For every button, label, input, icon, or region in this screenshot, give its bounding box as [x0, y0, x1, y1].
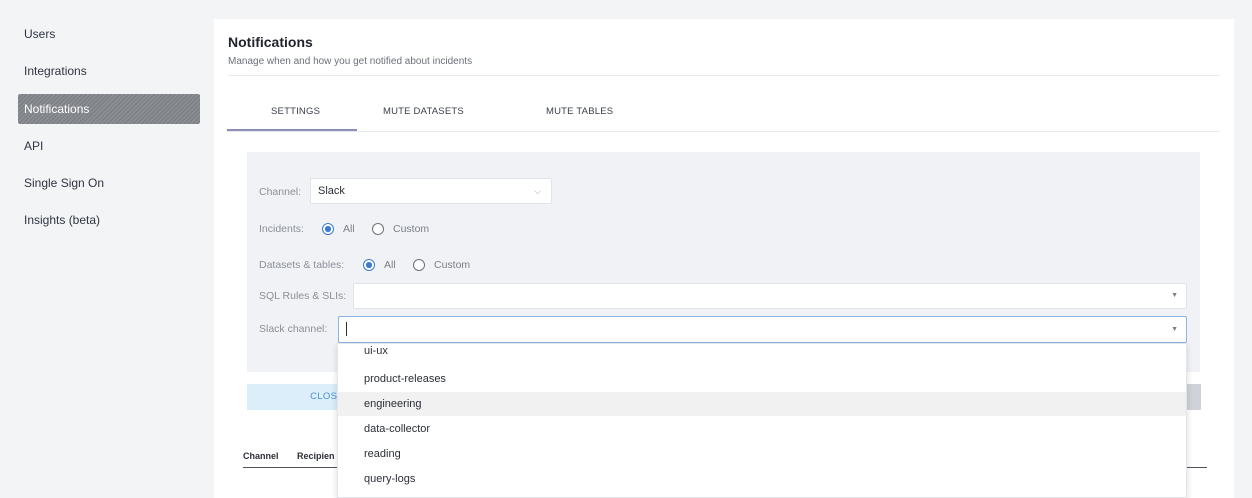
dropdown-option[interactable]: engineering — [338, 392, 1186, 416]
incidents-all-label: All — [343, 223, 355, 235]
tabs-divider — [227, 131, 1220, 132]
chevron-down-icon: ⌵ — [534, 186, 541, 196]
dropdown-option[interactable]: ui-ux — [338, 344, 1186, 363]
sql-rules-select[interactable]: ▼ — [353, 283, 1187, 309]
datasets-all-label: All — [384, 259, 396, 271]
incidents-all-radio[interactable] — [322, 223, 334, 235]
settings-form: Channel: Slack ⌵ Incidents: All Custom D… — [247, 152, 1200, 372]
tab-mute-datasets[interactable]: MUTE DATASETS — [383, 106, 464, 117]
tab-mute-tables[interactable]: MUTE TABLES — [546, 106, 613, 117]
datasets-label: Datasets & tables: — [259, 259, 345, 271]
incidents-custom-radio[interactable] — [372, 223, 384, 235]
page-subtitle: Manage when and how you get notified abo… — [228, 56, 473, 67]
channel-label: Channel: — [259, 186, 302, 198]
slack-channel-dropdown[interactable]: ui-ux product-releases engineering data-… — [337, 343, 1187, 498]
sidebar-item-insights[interactable]: Insights (beta) — [18, 205, 200, 235]
header-divider — [228, 75, 1220, 76]
column-header-recipients[interactable]: Recipien — [297, 451, 335, 461]
sidebar-item-api[interactable]: API — [18, 131, 200, 161]
dropdown-option[interactable]: product-releases — [338, 367, 1186, 391]
incidents-label: Incidents: — [259, 223, 304, 235]
slack-channel-input[interactable]: ▼ — [338, 316, 1187, 343]
channel-select[interactable]: Slack ⌵ — [310, 178, 552, 204]
text-cursor — [346, 322, 347, 336]
dropdown-option[interactable]: reading — [338, 442, 1186, 466]
dropdown-option[interactable]: query-logs — [338, 467, 1186, 491]
caret-down-icon: ▼ — [1171, 326, 1178, 333]
sql-rules-label: SQL Rules & SLIs: — [259, 290, 347, 302]
table-header: Channel Recipien — [243, 451, 335, 461]
caret-down-icon: ▼ — [1171, 292, 1178, 299]
incidents-custom-label: Custom — [393, 223, 430, 235]
sidebar: Users Integrations Notifications API Sin… — [0, 0, 210, 498]
sidebar-item-notifications[interactable]: Notifications — [18, 94, 200, 124]
dropdown-option[interactable]: data-collector — [338, 417, 1186, 441]
slack-channel-label: Slack channel: — [259, 323, 328, 335]
sidebar-item-integrations[interactable]: Integrations — [18, 56, 200, 86]
datasets-custom-label: Custom — [434, 259, 471, 271]
channel-select-value: Slack — [318, 185, 345, 197]
tab-settings[interactable]: SETTINGS — [271, 106, 320, 117]
sidebar-item-single-sign-on[interactable]: Single Sign On — [18, 168, 200, 198]
datasets-all-radio[interactable] — [363, 259, 375, 271]
page-title: Notifications — [228, 34, 313, 50]
sidebar-item-users[interactable]: Users — [18, 19, 200, 49]
column-header-channel[interactable]: Channel — [243, 451, 279, 461]
datasets-custom-radio[interactable] — [413, 259, 425, 271]
